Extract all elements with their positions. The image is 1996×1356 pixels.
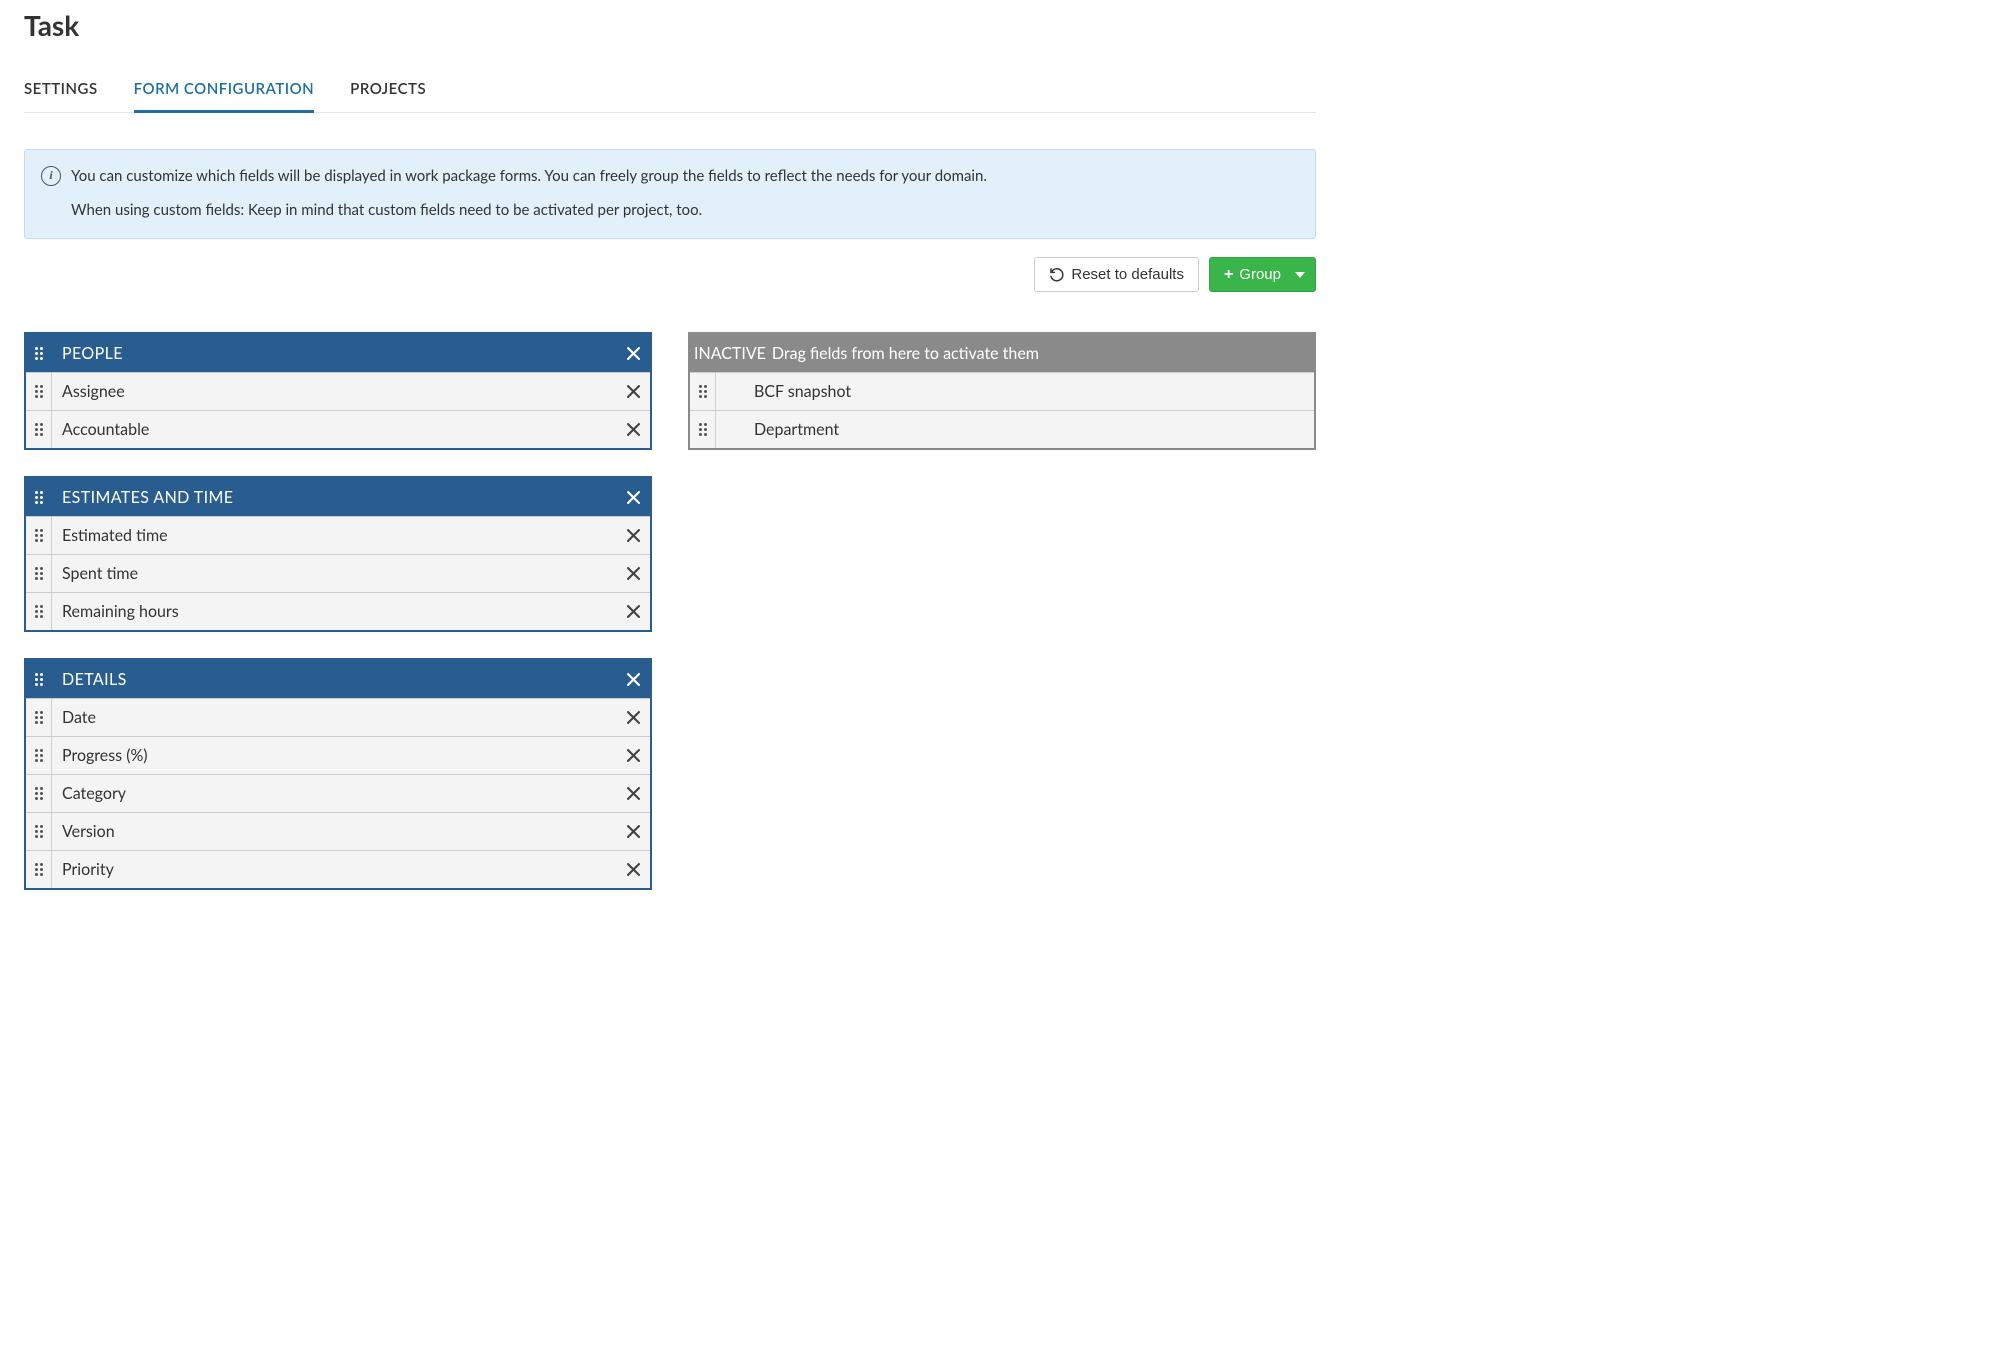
- inactive-column: INACTIVE Drag fields from here to activa…: [688, 332, 1316, 450]
- field-label: Department: [716, 420, 1314, 439]
- drag-handle-icon[interactable]: [26, 478, 52, 516]
- drag-handle-icon[interactable]: [26, 851, 52, 888]
- remove-group-button[interactable]: [616, 673, 650, 686]
- field-label: Spent time: [52, 564, 616, 583]
- undo-icon: [1049, 267, 1065, 283]
- group-title: DETAILS: [52, 670, 616, 689]
- active-groups-column: PEOPLE Assignee Accountable ESTIMATES AND T…: [24, 332, 652, 890]
- field-label: Remaining hours: [52, 602, 616, 621]
- drag-handle-icon[interactable]: [26, 555, 52, 592]
- remove-group-button[interactable]: [616, 491, 650, 504]
- group-title: PEOPLE: [52, 344, 616, 363]
- group-header[interactable]: DETAILS: [26, 660, 650, 698]
- drag-handle-icon[interactable]: [26, 660, 52, 698]
- remove-field-button[interactable]: [616, 385, 650, 398]
- inactive-title-strong: INACTIVE: [694, 344, 766, 363]
- field-label: Category: [52, 784, 616, 803]
- field-row[interactable]: Spent time: [26, 554, 650, 592]
- field-label: Version: [52, 822, 616, 841]
- field-row[interactable]: Date: [26, 698, 650, 736]
- inactive-box: INACTIVE Drag fields from here to activa…: [688, 332, 1316, 450]
- drag-handle-icon[interactable]: [26, 517, 52, 554]
- drag-handle-icon[interactable]: [26, 334, 52, 372]
- field-label: Estimated time: [52, 526, 616, 545]
- remove-field-button[interactable]: [616, 863, 650, 876]
- group-box: ESTIMATES AND TIME Estimated time Spent ti…: [24, 476, 652, 632]
- group-box: DETAILS Date Progress (%) Category Version Pr…: [24, 658, 652, 890]
- remove-field-button[interactable]: [616, 423, 650, 436]
- field-row[interactable]: Progress (%): [26, 736, 650, 774]
- info-icon: i: [41, 166, 61, 186]
- inactive-field-row[interactable]: Department: [690, 410, 1314, 448]
- info-text-line1: You can customize which fields will be d…: [71, 164, 987, 188]
- group-box: PEOPLE Assignee Accountable: [24, 332, 652, 450]
- group-title: ESTIMATES AND TIME: [52, 488, 616, 507]
- tab-form-configuration[interactable]: FORM CONFIGURATION: [134, 70, 315, 113]
- field-label: Accountable: [52, 420, 616, 439]
- drag-handle-icon[interactable]: [26, 411, 52, 448]
- group-label: Group: [1239, 266, 1281, 283]
- field-label: Priority: [52, 860, 616, 879]
- drag-handle-icon[interactable]: [26, 593, 52, 630]
- add-group-button[interactable]: + Group: [1209, 257, 1316, 292]
- remove-field-button[interactable]: [616, 605, 650, 618]
- remove-field-button[interactable]: [616, 825, 650, 838]
- field-row[interactable]: Remaining hours: [26, 592, 650, 630]
- drag-handle-icon[interactable]: [26, 775, 52, 812]
- info-text-line2: When using custom fields: Keep in mind t…: [41, 198, 1299, 222]
- inactive-title-rest: Drag fields from here to activate them: [772, 344, 1039, 363]
- remove-field-button[interactable]: [616, 787, 650, 800]
- drag-handle-icon[interactable]: [26, 373, 52, 410]
- field-label: Assignee: [52, 382, 616, 401]
- page-title: Task: [24, 8, 1316, 42]
- field-row[interactable]: Category: [26, 774, 650, 812]
- field-row[interactable]: Version: [26, 812, 650, 850]
- group-header[interactable]: ESTIMATES AND TIME: [26, 478, 650, 516]
- field-row[interactable]: Accountable: [26, 410, 650, 448]
- drag-handle-icon[interactable]: [690, 411, 716, 448]
- drag-handle-icon[interactable]: [26, 737, 52, 774]
- toolbar: Reset to defaults + Group: [24, 257, 1316, 292]
- info-banner: i You can customize which fields will be…: [24, 149, 1316, 239]
- field-label: Date: [52, 708, 616, 727]
- drag-handle-icon[interactable]: [690, 373, 716, 410]
- tab-projects[interactable]: PROJECTS: [350, 70, 426, 113]
- field-label: Progress (%): [52, 746, 616, 765]
- field-label: BCF snapshot: [716, 382, 1314, 401]
- field-row[interactable]: Assignee: [26, 372, 650, 410]
- inactive-field-row[interactable]: BCF snapshot: [690, 372, 1314, 410]
- caret-down-icon: [1295, 272, 1305, 278]
- field-row[interactable]: Estimated time: [26, 516, 650, 554]
- reset-to-defaults-button[interactable]: Reset to defaults: [1034, 257, 1199, 292]
- drag-handle-icon[interactable]: [26, 813, 52, 850]
- inactive-header: INACTIVE Drag fields from here to activa…: [690, 334, 1314, 372]
- plus-icon: +: [1224, 267, 1233, 283]
- remove-field-button[interactable]: [616, 567, 650, 580]
- field-row[interactable]: Priority: [26, 850, 650, 888]
- tabs: SETTINGS FORM CONFIGURATION PROJECTS: [24, 70, 1316, 113]
- remove-field-button[interactable]: [616, 711, 650, 724]
- remove-field-button[interactable]: [616, 749, 650, 762]
- remove-field-button[interactable]: [616, 529, 650, 542]
- remove-group-button[interactable]: [616, 347, 650, 360]
- tab-settings[interactable]: SETTINGS: [24, 70, 98, 113]
- drag-handle-icon[interactable]: [26, 699, 52, 736]
- reset-label: Reset to defaults: [1071, 266, 1184, 283]
- group-header[interactable]: PEOPLE: [26, 334, 650, 372]
